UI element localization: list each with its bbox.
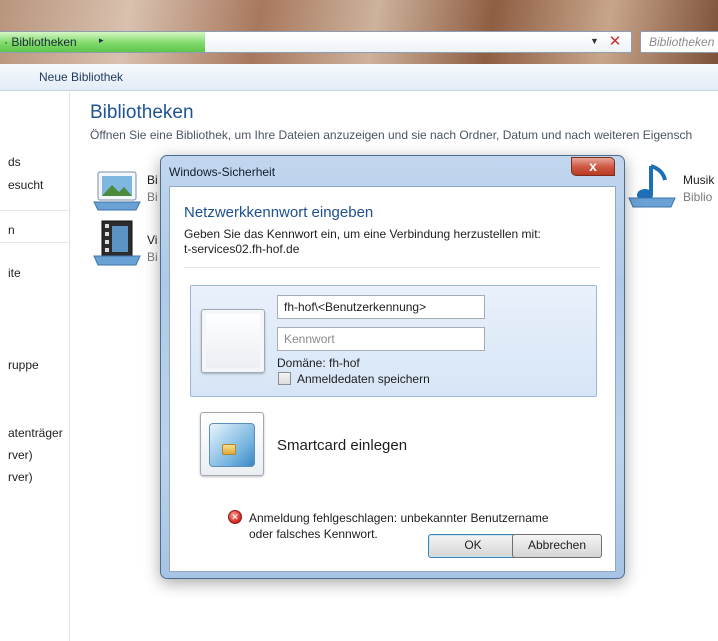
- navigation-pane: ds esucht n ite ruppe atenträger rver) r…: [0, 92, 70, 641]
- toolbar: Neue Bibliothek: [0, 64, 718, 91]
- library-label[interactable]: Vi: [147, 233, 157, 247]
- library-label[interactable]: Bi: [147, 173, 158, 187]
- dialog-content: Netzwerkkennwort eingeben Geben Sie das …: [169, 186, 616, 572]
- nav-divider: [0, 210, 70, 211]
- ok-button[interactable]: OK: [428, 534, 518, 558]
- remember-credentials-checkbox[interactable]: [278, 372, 291, 385]
- nav-divider: [0, 242, 70, 243]
- divider: [184, 267, 600, 268]
- address-bar[interactable]: · Bibliotheken ▸ ▼ ✕: [0, 31, 632, 53]
- breadcrumb[interactable]: · Bibliotheken: [4, 35, 77, 49]
- music-library-icon[interactable]: [627, 160, 677, 210]
- error-icon: ✕: [228, 510, 242, 524]
- nav-item[interactable]: ite: [8, 266, 21, 280]
- nav-item[interactable]: rver): [8, 470, 33, 484]
- smartcard-tile[interactable]: [200, 412, 264, 476]
- dialog-heading: Netzwerkkennwort eingeben: [184, 204, 374, 221]
- page-description: Öffnen Sie eine Bibliothek, um Ihre Date…: [90, 128, 693, 142]
- dialog-close-button[interactable]: x: [571, 157, 615, 176]
- nav-item[interactable]: atenträger: [8, 426, 63, 440]
- nav-item[interactable]: rver): [8, 448, 33, 462]
- search-placeholder: Bibliotheken: [649, 35, 715, 49]
- domain-label: Domäne: fh-hof: [277, 356, 360, 370]
- remember-credentials-label[interactable]: Anmeldedaten speichern: [297, 372, 430, 386]
- breadcrumb-arrow-icon[interactable]: ▸: [99, 35, 104, 46]
- library-sub: Bi: [147, 250, 158, 264]
- dialog-title: Windows-Sicherheit: [169, 165, 276, 179]
- smartcard-label[interactable]: Smartcard einlegen: [277, 437, 407, 454]
- new-library-button[interactable]: Neue Bibliothek: [39, 70, 123, 84]
- error-message-cont: oder falsches Kennwort.: [249, 527, 378, 541]
- username-value: fh-hof\<Benutzerkennung>: [284, 300, 427, 314]
- server-name: t-services02.fh-hof.de: [184, 242, 300, 256]
- credential-tile-selected[interactable]: fh-hof\<Benutzerkennung> Kennwort Domäne…: [190, 285, 597, 397]
- chevron-down-icon[interactable]: ▼: [590, 36, 599, 46]
- nav-item[interactable]: ruppe: [8, 358, 39, 372]
- nav-item[interactable]: esucht: [8, 178, 43, 192]
- credential-dialog: Windows-Sicherheit x Netzwerkkennwort ei…: [160, 155, 625, 579]
- password-placeholder: Kennwort: [284, 332, 335, 346]
- page-title: Bibliotheken: [90, 102, 194, 123]
- username-input[interactable]: fh-hof\<Benutzerkennung>: [277, 295, 485, 319]
- cancel-button[interactable]: Abbrechen: [512, 534, 602, 558]
- library-sub: Biblio: [683, 190, 713, 204]
- library-sub: Bi: [147, 190, 158, 204]
- close-icon[interactable]: ✕: [606, 33, 624, 51]
- dialog-subtitle: Geben Sie das Kennwort ein, um eine Verb…: [184, 227, 541, 241]
- user-icon: [201, 309, 265, 373]
- nav-item[interactable]: n: [8, 223, 15, 237]
- pictures-library-icon[interactable]: [92, 168, 142, 212]
- nav-item[interactable]: ds: [8, 155, 21, 169]
- library-label[interactable]: Musik: [683, 173, 714, 187]
- smartcard-icon: [209, 423, 255, 467]
- error-message: Anmeldung fehlgeschlagen: unbekannter Be…: [249, 511, 549, 525]
- smartcard-chip: [222, 444, 236, 455]
- close-icon: x: [589, 158, 597, 174]
- videos-library-icon[interactable]: [92, 218, 142, 268]
- password-input[interactable]: Kennwort: [277, 327, 485, 351]
- search-input[interactable]: Bibliotheken: [640, 31, 718, 53]
